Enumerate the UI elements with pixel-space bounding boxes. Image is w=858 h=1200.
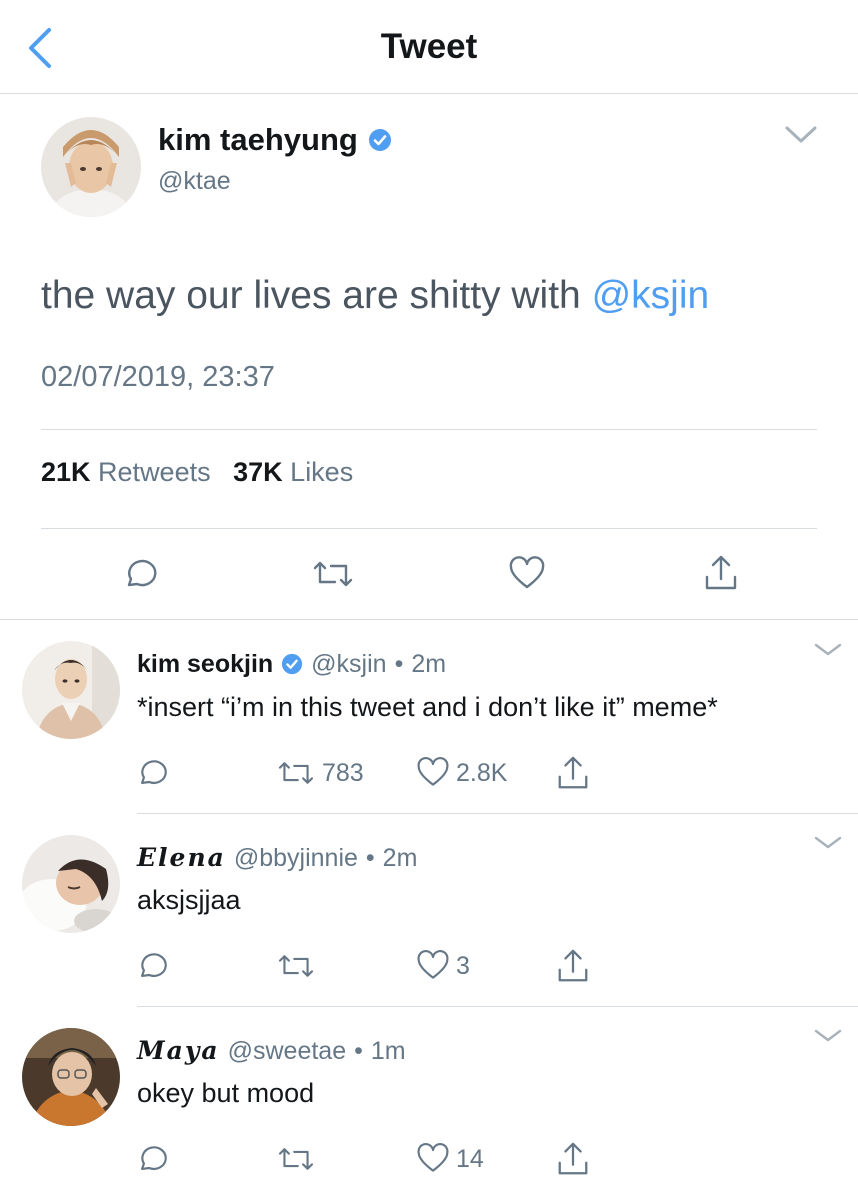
retweets-stat[interactable]: 21K Retweets bbox=[41, 457, 211, 487]
reply-icon bbox=[127, 559, 157, 587]
header-divider bbox=[0, 93, 858, 94]
like-count: 2.8K bbox=[456, 759, 508, 787]
separator-dot: • bbox=[354, 1037, 363, 1065]
reply-retweet-button[interactable] bbox=[276, 1143, 322, 1175]
author-handle[interactable]: @ktae bbox=[158, 165, 231, 197]
retweet-icon bbox=[278, 1148, 314, 1170]
tweet-options-button[interactable] bbox=[783, 122, 819, 146]
reply-options-button[interactable] bbox=[812, 639, 844, 659]
retweet-count: 783 bbox=[322, 759, 364, 787]
reply-share-button[interactable] bbox=[555, 947, 591, 985]
reply-icon bbox=[141, 1146, 167, 1170]
reply-header: kim seokjin @ksjin • 2m bbox=[137, 647, 446, 681]
chevron-down-icon bbox=[814, 643, 842, 656]
heart-icon bbox=[509, 556, 545, 589]
heart-icon bbox=[417, 950, 449, 979]
reply-time: 1m bbox=[370, 1037, 406, 1065]
stats-divider-bottom bbox=[41, 528, 817, 529]
reply-options-button[interactable] bbox=[812, 1025, 844, 1045]
reply-author-name[interactable]: Maya bbox=[137, 1034, 220, 1068]
chevron-down-icon bbox=[814, 836, 842, 849]
retweet-button[interactable] bbox=[311, 556, 355, 592]
reply-handle[interactable]: @bbyjinnie bbox=[234, 841, 358, 875]
heart-icon bbox=[417, 757, 449, 786]
reply-avatar[interactable] bbox=[22, 641, 120, 739]
verified-badge-icon bbox=[368, 129, 391, 151]
reply-share-button[interactable] bbox=[555, 1140, 591, 1178]
mention-link[interactable]: @ksjin bbox=[592, 274, 710, 317]
chevron-down-icon bbox=[785, 126, 817, 143]
share-icon bbox=[558, 949, 588, 982]
reply-header: Elena @bbyjinnie • 2m bbox=[137, 841, 417, 875]
reply-handle[interactable]: @sweetae bbox=[228, 1034, 347, 1068]
reply-divider bbox=[137, 1006, 858, 1007]
reply-share-button[interactable] bbox=[555, 754, 591, 792]
reply-retweet-button[interactable] bbox=[276, 950, 322, 982]
likes-stat[interactable]: 37K Likes bbox=[233, 457, 353, 487]
reply-text: aksjsjjaa bbox=[137, 885, 241, 915]
share-icon bbox=[558, 1142, 588, 1175]
like-button[interactable] bbox=[508, 555, 546, 593]
reply-reply-button[interactable] bbox=[134, 948, 170, 984]
reply-header: Maya @sweetae • 1m bbox=[137, 1034, 406, 1068]
reply-like-button[interactable]: 2.8K bbox=[416, 756, 507, 790]
reply-retweet-button[interactable]: 783 bbox=[276, 757, 364, 789]
share-icon bbox=[705, 555, 737, 590]
reply-reply-button[interactable] bbox=[134, 1141, 170, 1177]
separator-dot: • bbox=[365, 844, 375, 872]
reply-author-name[interactable]: Elena bbox=[137, 841, 226, 875]
reply-handle[interactable]: @ksjin bbox=[311, 647, 386, 681]
chevron-down-icon bbox=[814, 1029, 842, 1042]
tweet-timestamp: 02/07/2019, 23:37 bbox=[41, 361, 275, 393]
reply-divider bbox=[137, 813, 858, 814]
heart-icon bbox=[417, 1143, 449, 1172]
reply-icon bbox=[141, 760, 167, 784]
separator-dot: • bbox=[394, 650, 404, 678]
reply-avatar[interactable] bbox=[22, 1028, 120, 1126]
author-name[interactable]: kim taehyung bbox=[158, 120, 392, 160]
reply-like-button[interactable]: 14 bbox=[416, 1142, 484, 1176]
share-icon bbox=[558, 756, 588, 789]
page-title: Tweet bbox=[380, 27, 478, 66]
reply-button[interactable] bbox=[120, 554, 160, 594]
stats-divider-top bbox=[41, 429, 817, 430]
reply-time: 2m bbox=[382, 844, 418, 872]
retweet-icon bbox=[278, 955, 314, 977]
reply-icon bbox=[141, 953, 167, 977]
reply-options-button[interactable] bbox=[812, 832, 844, 852]
like-count: 14 bbox=[456, 1145, 484, 1173]
retweet-icon bbox=[313, 561, 353, 587]
reply-like-button[interactable]: 3 bbox=[416, 949, 470, 983]
tweet-text: the way our lives are shitty with @ksjin bbox=[41, 274, 710, 317]
reply-reply-button[interactable] bbox=[134, 755, 170, 791]
verified-badge-icon bbox=[282, 653, 303, 675]
like-count: 3 bbox=[456, 952, 470, 980]
reply-text: okey but mood bbox=[137, 1078, 315, 1108]
share-button[interactable] bbox=[702, 553, 740, 593]
reply-avatar[interactable] bbox=[22, 835, 120, 933]
reply-author-name[interactable]: kim seokjin bbox=[137, 647, 273, 681]
tweet-stats: 21K Retweets 37K Likes bbox=[41, 452, 353, 492]
reply-time: 2m bbox=[411, 650, 447, 678]
reply-text: *insert “i’m in this tweet and i don’t l… bbox=[137, 692, 718, 722]
retweet-icon bbox=[278, 762, 314, 784]
avatar[interactable] bbox=[41, 117, 141, 217]
main-tweet-divider bbox=[0, 619, 858, 620]
